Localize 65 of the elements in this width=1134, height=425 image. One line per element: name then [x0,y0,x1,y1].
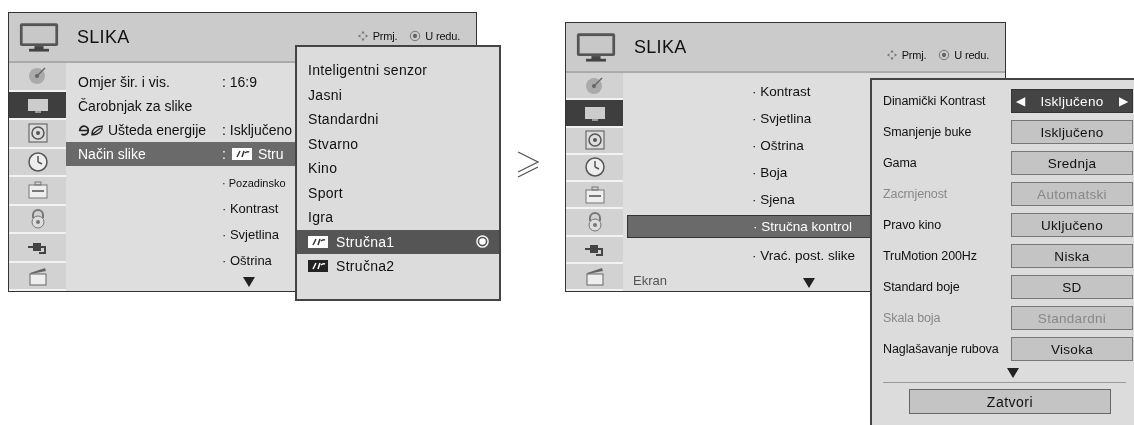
setting-label: Standard boje [883,279,961,294]
setting-label: Zacrnjenost [883,186,949,201]
menu-option[interactable]: Inteligentni senzor [297,58,499,83]
row-value: Stru [257,146,284,162]
toolbox-icon [583,183,606,206]
menu-option[interactable]: Sport [297,180,499,205]
setting-label: Smanjenje buke [883,124,973,139]
setting-label: TruMotion 200Hz [883,248,978,263]
clock-icon [583,156,606,179]
category-tab[interactable] [566,236,623,264]
hint-label: U redu. [954,49,989,61]
satellite-dish-icon [583,74,606,97]
hint-label: U redu. [425,30,460,42]
setting-value[interactable]: Isključeno [1011,120,1133,144]
setting-value[interactable]: Uključeno [1011,213,1133,237]
navigate-icon [885,49,898,61]
category-tab[interactable] [9,234,66,263]
category-tab[interactable] [566,127,623,155]
setting-label: Dinamički Kontrast [883,93,987,108]
row-label: Način slike [78,146,146,162]
row-label: Ušteda energije [108,122,207,138]
category-tab[interactable] [566,154,623,182]
setting-value[interactable]: Niska [1011,244,1133,268]
setting-value[interactable]: Srednja [1011,151,1133,175]
tv-icon [19,22,59,52]
row-value: : 16:9 [222,74,258,90]
tv-icon [576,32,616,62]
setting-label: Pravo kino [883,217,943,232]
clock-icon [26,150,49,173]
menu-option[interactable]: Standardni [297,107,499,132]
setting-label: Gama [883,155,918,170]
menu-title: SLIKA [77,26,130,48]
category-tab[interactable] [566,73,623,101]
category-tab[interactable] [9,120,66,149]
category-tab[interactable] [9,91,66,120]
scroll-down-icon [803,278,815,288]
menu-option[interactable]: Stručna2 [297,254,499,279]
ok-icon [938,49,951,61]
setting-value[interactable]: ◀ Isključeno ▶ [1011,89,1133,113]
clapperboard-icon [583,265,606,288]
category-tab[interactable] [9,148,66,177]
speaker-icon [583,129,606,152]
scroll-down-icon [243,277,255,287]
menu-title: SLIKA [634,36,687,58]
category-tab[interactable] [566,100,623,128]
menu-option[interactable]: Stručna1 [297,229,499,254]
chevron-icon [516,150,540,180]
scroll-down-icon [1007,368,1019,378]
ok-icon [409,30,422,42]
close-button[interactable]: Zatvori [909,389,1111,414]
setting-label: Naglašavanje rubova [883,341,1000,356]
row-label: Omjer šir. i vis. [78,74,170,90]
speaker-icon [26,122,49,145]
menu-option[interactable]: Igra [297,205,499,230]
radio-icon [476,235,489,249]
setting-value[interactable]: SD [1011,275,1133,299]
navigate-icon [356,30,369,42]
toolbox-icon [26,179,49,202]
menu-option[interactable]: Jasni [297,82,499,107]
setting-label: Skala boja [883,310,942,325]
hint-label: Prmj. [901,49,927,61]
hint-label: Prmj. [372,30,398,42]
row-value: : Isključeno [222,122,293,138]
setting-value[interactable]: Visoka [1011,337,1133,361]
separator-colon: : [222,146,226,162]
